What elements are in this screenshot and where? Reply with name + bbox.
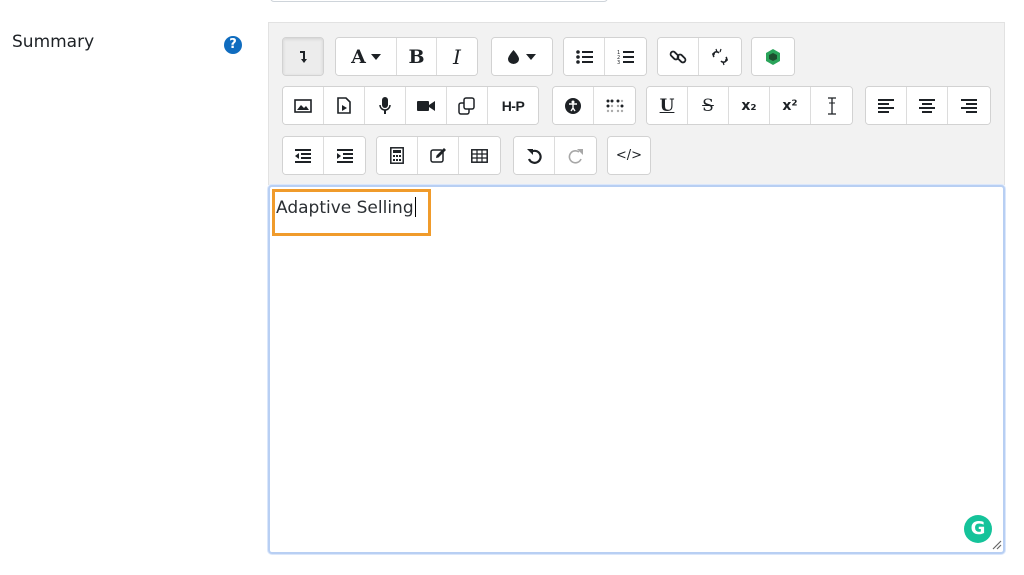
kaltura-media-button[interactable] (752, 38, 794, 75)
code-icon: </> (615, 148, 643, 163)
redo-icon (568, 148, 583, 164)
toolbar-group-collapse (282, 37, 324, 76)
toolbar-group-style: A B I (335, 37, 478, 76)
align-right-icon (961, 98, 977, 113)
toolbar-group-insert (376, 136, 501, 175)
align-left-button[interactable] (866, 87, 907, 124)
help-icon[interactable]: ? (224, 36, 242, 54)
outdent-button[interactable] (283, 137, 324, 174)
toolbar-group-align (865, 86, 991, 125)
undo-icon (527, 148, 542, 164)
numbered-list-icon: 1 2 3 (617, 50, 634, 65)
indent-button[interactable] (324, 137, 365, 174)
toolbar-group-links (657, 37, 742, 76)
insert-table-button[interactable] (459, 137, 500, 174)
underline-icon: U (659, 95, 675, 116)
bold-button[interactable]: B (397, 38, 437, 75)
align-right-button[interactable] (948, 87, 990, 124)
media-file-icon (337, 97, 351, 114)
insert-h5p-button[interactable]: H-P (488, 87, 538, 124)
kaltura-icon (766, 48, 780, 65)
editor-toolbar: A B I 1 2 3 H-P U S x₂ x² </> (268, 22, 1005, 185)
chevron-down-icon (526, 53, 536, 60)
summary-label: Summary (12, 32, 95, 52)
insert-media-button[interactable] (324, 87, 365, 124)
toolbar-group-lists: 1 2 3 (563, 37, 647, 76)
manage-files-button[interactable] (447, 87, 488, 124)
strikethrough-icon: S (702, 95, 714, 116)
table-icon (471, 148, 488, 163)
toolbar-group-files: H-P (282, 86, 539, 125)
insert-image-button[interactable] (283, 87, 324, 124)
text-cursor-icon (827, 96, 836, 115)
toolbar-group-accessibility (552, 86, 636, 125)
subscript-icon: x₂ (741, 97, 757, 114)
toolbar-toggle-button[interactable] (283, 38, 323, 75)
toolbar-group-history (513, 136, 597, 175)
toolbar-group-color (491, 37, 553, 76)
subscript-button[interactable]: x₂ (729, 87, 770, 124)
toolbar-group-indent (282, 136, 366, 175)
html-source-button[interactable]: </> (608, 137, 650, 174)
text-color-button[interactable] (492, 38, 552, 75)
ordered-list-button[interactable]: 1 2 3 (605, 38, 646, 75)
unlink-button[interactable] (699, 38, 741, 75)
accessibility-icon (565, 97, 581, 114)
chevron-down-icon (370, 53, 381, 60)
image-icon (294, 98, 312, 113)
align-left-icon (878, 98, 894, 113)
undo-button[interactable] (514, 137, 555, 174)
superscript-button[interactable]: x² (770, 87, 811, 124)
microphone-icon (379, 96, 391, 114)
calculator-icon (390, 147, 404, 164)
indent-icon (336, 148, 353, 163)
screen-reader-helper-button[interactable] (594, 87, 635, 124)
superscript-icon: x² (782, 97, 798, 114)
underline-button[interactable]: U (647, 87, 688, 124)
font-style-button[interactable]: A (336, 38, 397, 75)
previous-input-field[interactable] (270, 0, 608, 2)
link-button[interactable] (658, 38, 699, 75)
redo-button[interactable] (555, 137, 596, 174)
italic-button[interactable]: I (437, 38, 477, 75)
copy-files-icon (458, 96, 475, 115)
resize-handle-icon[interactable] (990, 538, 1002, 550)
special-character-button[interactable] (418, 137, 459, 174)
bullet-list-icon (575, 49, 593, 64)
record-audio-button[interactable] (365, 87, 406, 124)
highlight-box (272, 189, 431, 236)
italic-icon: I (453, 44, 461, 69)
bold-icon: B (408, 45, 425, 68)
unlink-icon (712, 48, 728, 65)
show-more-icon (300, 50, 307, 63)
equation-editor-button[interactable] (377, 137, 418, 174)
h5p-icon: H-P (501, 97, 525, 114)
font-icon: A (351, 45, 366, 68)
align-center-button[interactable] (907, 87, 948, 124)
video-camera-icon (417, 100, 435, 111)
outdent-icon (295, 148, 311, 163)
strikethrough-button[interactable]: S (688, 87, 729, 124)
accessibility-checker-button[interactable] (553, 87, 594, 124)
record-video-button[interactable] (406, 87, 447, 124)
svg-text:3: 3 (617, 60, 620, 65)
link-icon (669, 50, 687, 63)
edit-icon (429, 148, 446, 163)
toolbar-group-formatting: U S x₂ x² (646, 86, 853, 125)
unordered-list-button[interactable] (564, 38, 605, 75)
editor-content-area[interactable]: Adaptive Selling (268, 185, 1005, 554)
clear-formatting-button[interactable] (811, 87, 852, 124)
toolbar-group-media-embed (751, 37, 795, 76)
toolbar-group-source: </> (607, 136, 651, 175)
grammarly-icon[interactable]: G (964, 515, 992, 543)
atto-editor: A B I 1 2 3 H-P U S x₂ x² </> Adaptive S… (268, 22, 1005, 554)
align-center-icon (919, 98, 935, 113)
braille-icon (606, 99, 623, 112)
color-drop-icon (508, 49, 519, 64)
